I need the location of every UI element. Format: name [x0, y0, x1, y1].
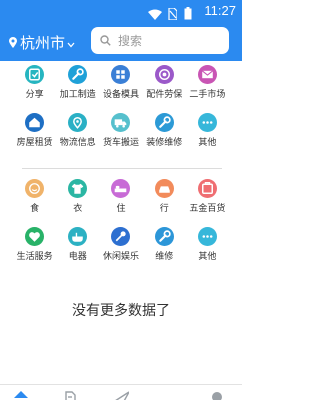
status-bar: 11:27 — [0, 0, 242, 22]
clock: 11:27 — [204, 3, 236, 18]
category-item[interactable]: 住 — [99, 179, 142, 227]
category-label: 电器 — [68, 252, 87, 262]
category-item[interactable]: 食 — [13, 179, 56, 227]
city-selector[interactable]: 杭州市 — [9, 32, 75, 52]
wrench-icon — [154, 113, 174, 132]
mic-icon — [111, 227, 131, 246]
category-item[interactable]: 配件劳保 — [143, 65, 186, 113]
search-icon — [100, 31, 111, 50]
mail-icon — [197, 65, 217, 84]
no-sim-icon — [168, 5, 178, 24]
category-label: 设备模具 — [102, 90, 139, 100]
category-item[interactable]: 电器 — [56, 227, 99, 275]
category-label: 住 — [116, 204, 126, 214]
divider — [22, 168, 222, 169]
pot-icon — [68, 227, 88, 246]
send-icon[interactable] — [115, 388, 130, 400]
category-label: 其他 — [198, 138, 217, 148]
more-icon — [197, 113, 217, 132]
category-label: 维修 — [155, 252, 174, 262]
house-icon — [25, 113, 45, 132]
category-item[interactable]: 其他 — [186, 113, 229, 161]
category-label: 二手市场 — [189, 90, 226, 100]
map-pin-icon — [68, 113, 88, 132]
category-item[interactable]: 房屋租赁 — [13, 113, 56, 161]
category-item[interactable]: 货车搬运 — [99, 113, 142, 161]
battery-icon — [184, 5, 192, 24]
category-label: 食 — [30, 204, 40, 214]
heart-icon — [25, 227, 45, 246]
category-item[interactable]: 设备模具 — [99, 65, 142, 113]
category-item[interactable]: 生活服务 — [13, 227, 56, 275]
category-label: 休闲娱乐 — [102, 252, 139, 262]
wrench-icon — [154, 227, 174, 246]
grid-icon — [111, 65, 131, 84]
user-icon[interactable] — [210, 388, 224, 400]
car-icon — [154, 179, 174, 198]
home-icon[interactable] — [14, 388, 28, 400]
category-label: 货车搬运 — [102, 138, 139, 148]
category-item[interactable]: 物流信息 — [56, 113, 99, 161]
bed-icon — [111, 179, 131, 198]
category-item[interactable]: 休闲娱乐 — [99, 227, 142, 275]
category-grid-life: 食 衣 住 行 五金百货生活服务 电器 休闲娱乐 维修 其他 — [13, 179, 229, 275]
category-item[interactable]: 五金百货 — [186, 179, 229, 227]
city-name: 杭州市 — [20, 33, 66, 52]
hardware-icon — [197, 179, 217, 198]
category-item[interactable]: 装修维修 — [143, 113, 186, 161]
search-input[interactable] — [118, 33, 214, 48]
bottom-nav — [0, 384, 242, 400]
category-label: 行 — [159, 204, 169, 214]
chevron-down-icon — [67, 33, 75, 52]
category-item[interactable]: 衣 — [56, 179, 99, 227]
category-item[interactable]: 加工制造 — [56, 65, 99, 113]
category-label: 装修维修 — [146, 138, 183, 148]
category-label: 衣 — [73, 204, 83, 214]
category-grid-primary: 分享 加工制造 设备模具 配件劳保 二手市场房屋租赁 物流信息 货车搬运 装修维修 其他 — [13, 65, 229, 161]
no-more-data-text: 没有更多数据了 — [72, 303, 170, 319]
category-label: 生活服务 — [16, 252, 53, 262]
smile-icon — [25, 179, 45, 198]
category-label: 分享 — [25, 90, 44, 100]
category-item[interactable]: 其他 — [186, 227, 229, 275]
wrench-icon — [68, 65, 88, 84]
share-icon — [25, 65, 45, 84]
category-label: 其他 — [198, 252, 217, 262]
category-item[interactable]: 行 — [143, 179, 186, 227]
category-label: 五金百货 — [189, 204, 226, 214]
shirt-icon — [68, 179, 88, 198]
header-bar: 11:27 杭州市 — [0, 0, 242, 61]
category-label: 加工制造 — [59, 90, 96, 100]
category-label: 配件劳保 — [146, 90, 183, 100]
document-icon[interactable] — [65, 388, 77, 400]
category-label: 物流信息 — [59, 138, 96, 148]
target-icon — [154, 65, 174, 84]
location-pin-icon — [9, 33, 17, 52]
truck-icon — [111, 113, 131, 132]
search-box[interactable] — [91, 27, 229, 54]
category-item[interactable]: 二手市场 — [186, 65, 229, 113]
category-label: 房屋租赁 — [16, 138, 53, 148]
more-icon — [197, 227, 217, 246]
wifi-icon — [148, 5, 162, 24]
category-item[interactable]: 分享 — [13, 65, 56, 113]
category-item[interactable]: 维修 — [143, 227, 186, 275]
